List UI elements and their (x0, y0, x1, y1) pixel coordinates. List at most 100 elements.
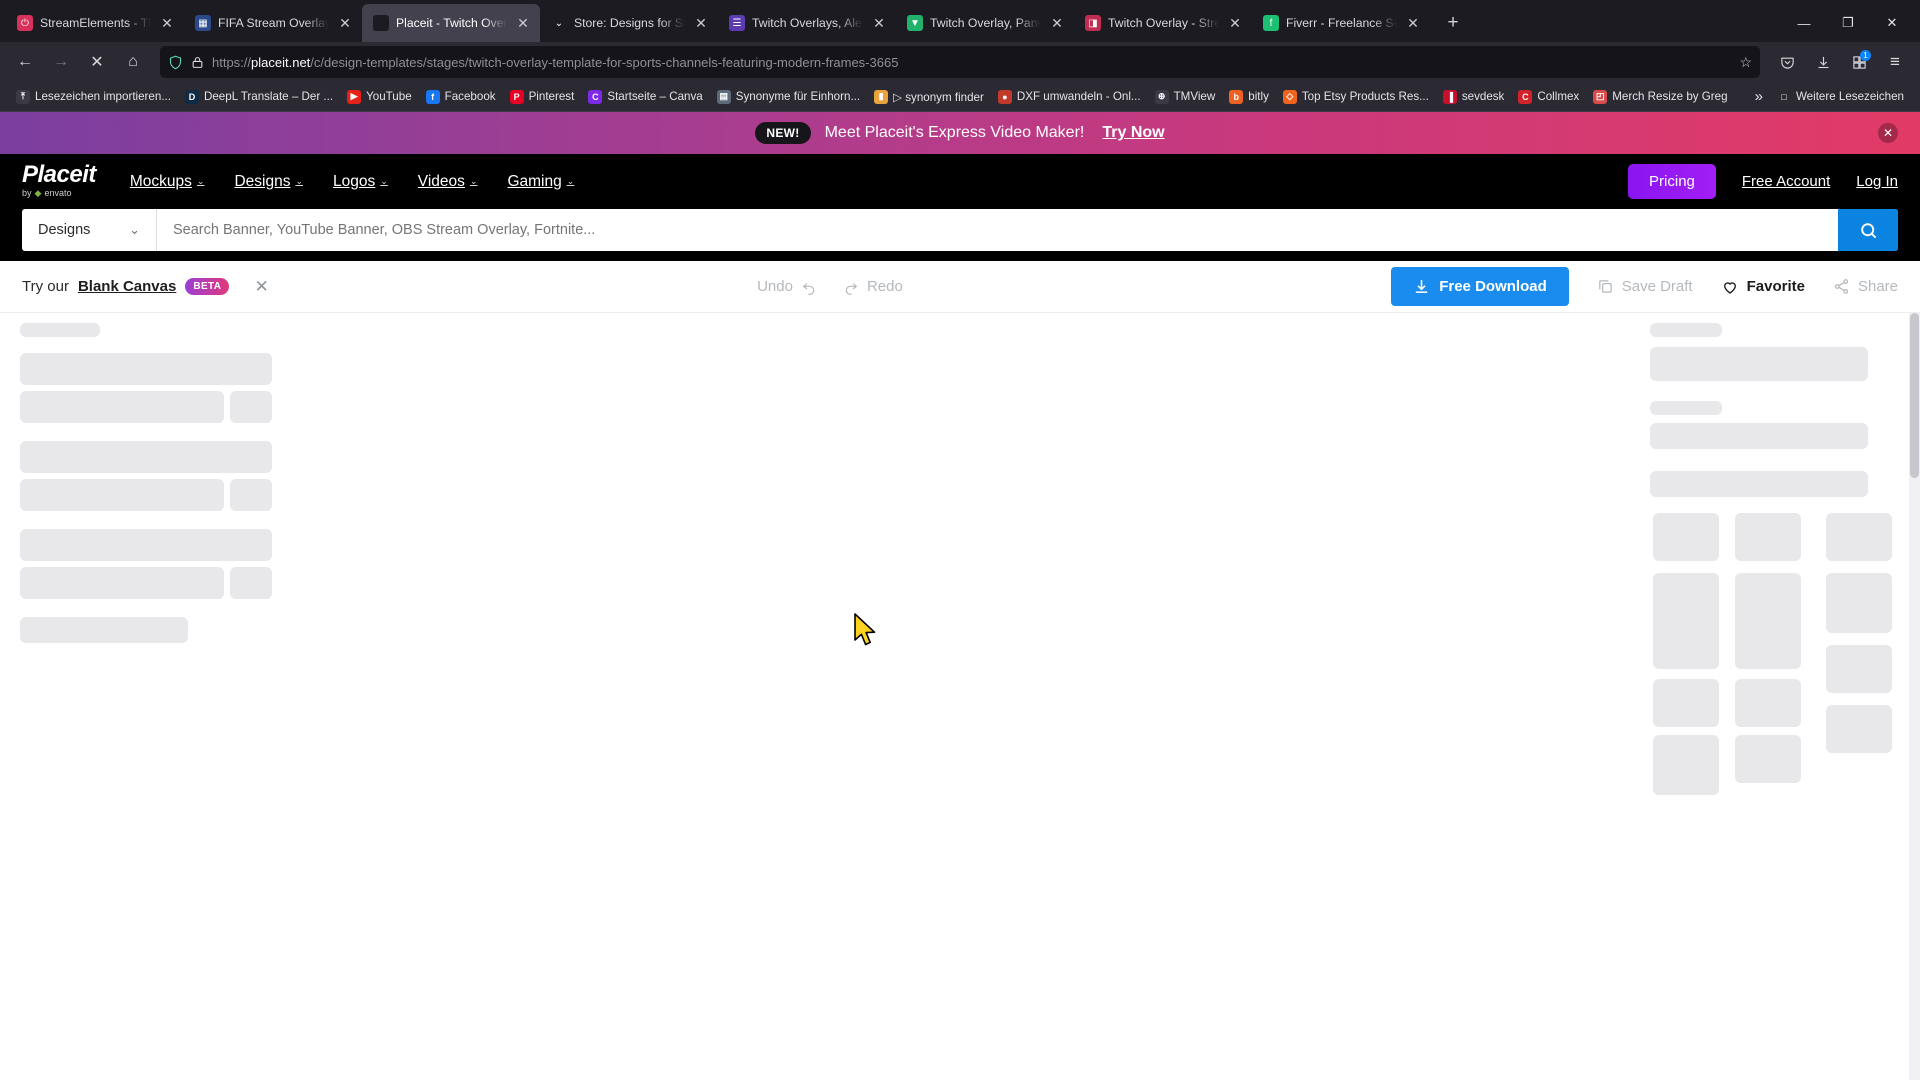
bookmark-item[interactable]: P Pinterest (504, 87, 581, 107)
bookmarks-bar: ⤒ Lesezeichen importieren... D DeepL Transl… (0, 82, 1920, 112)
stop-button[interactable]: ✕ (80, 46, 114, 78)
bookmark-label: bitly (1248, 90, 1269, 103)
bookmark-label: Merch Resize by Greg (1612, 90, 1728, 103)
bookmark-item[interactable]: ▶ YouTube (341, 87, 418, 107)
forward-button[interactable]: → (44, 46, 78, 78)
shield-icon[interactable] (168, 55, 183, 70)
close-window-button[interactable]: ✕ (1870, 4, 1914, 42)
browser-tab[interactable]: ▦ FIFA Stream Overlay for free, C ✕ (184, 4, 362, 42)
browser-tab[interactable]: Placeit - Twitch Overlay Temp ✕ (362, 4, 540, 42)
bookmark-item[interactable]: ⊕ TMView (1149, 87, 1222, 107)
logo-envato-text: envato (44, 187, 72, 198)
page-scrollbar[interactable] (1909, 313, 1920, 1080)
home-button[interactable]: ⌂ (116, 46, 150, 78)
pricing-button[interactable]: Pricing (1628, 164, 1716, 199)
skeleton-block (1735, 679, 1801, 727)
site-nav-item-designs[interactable]: Designs ⌄ (234, 173, 303, 191)
tab-close-button[interactable]: ✕ (336, 14, 354, 32)
bookmark-label: sevdesk (1461, 90, 1505, 103)
url-text[interactable]: https://placeit.net/c/design-templates/s… (212, 55, 898, 70)
bookmark-item[interactable]: ▤ Synonyme für Einhorn... (711, 87, 866, 107)
bookmarks-overflow-button[interactable]: » (1749, 85, 1769, 108)
browser-tab[interactable]: ⌄ Store: Designs for Streamers a ✕ (540, 4, 718, 42)
bookmark-star-icon[interactable]: ☆ (1739, 54, 1752, 71)
undo-label: Undo (757, 278, 793, 295)
blank-canvas-link[interactable]: Blank Canvas (78, 278, 176, 295)
bookmark-item[interactable]: ▐ sevdesk (1437, 87, 1511, 107)
bookmark-item[interactable]: ◰ Merch Resize by Greg (1587, 87, 1733, 107)
downloads-icon[interactable] (1806, 46, 1840, 78)
favorite-button[interactable]: Favorite (1721, 278, 1805, 296)
bookmark-label: ▷ synonym finder (893, 90, 984, 104)
undo-button[interactable]: Undo (757, 278, 817, 295)
tab-close-button[interactable]: ✕ (870, 14, 888, 32)
site-nav-item-videos[interactable]: Videos ⌄ (418, 173, 478, 191)
lock-icon[interactable] (191, 56, 204, 69)
site-nav-item-mockups[interactable]: Mockups ⌄ (130, 173, 205, 191)
browser-tab[interactable]: ☰ Twitch Overlays, Alerts and Gr ✕ (718, 4, 896, 42)
app-menu-button[interactable]: ≡ (1878, 46, 1912, 78)
fifa-icon: ▦ (195, 15, 211, 31)
pocket-icon[interactable] (1770, 46, 1804, 78)
skeleton-block (1650, 471, 1868, 497)
bookmark-item[interactable]: ◇ Top Etsy Products Res... (1277, 87, 1435, 107)
bookmark-item[interactable]: C Startseite – Canva (582, 87, 708, 107)
twitch-stream-icon: ◨ (1085, 15, 1101, 31)
browser-tab[interactable]: ▼ Twitch Overlay, Panels and Yo ✕ (896, 4, 1074, 42)
browser-tab[interactable]: f Fiverr - Freelance Services Ma ✕ (1252, 4, 1430, 42)
minimize-button[interactable]: — (1782, 4, 1826, 42)
maximize-button[interactable]: ❐ (1826, 4, 1870, 42)
free-account-link[interactable]: Free Account (1742, 173, 1830, 190)
bookmark-label: Pinterest (528, 90, 575, 103)
bookmark-item[interactable]: b bitly (1223, 87, 1275, 107)
bookmark-item[interactable]: C Collmex (1512, 87, 1585, 107)
fiverr-icon: f (1263, 15, 1279, 31)
scrollbar-thumb[interactable] (1910, 313, 1919, 478)
free-download-button[interactable]: Free Download (1391, 267, 1569, 306)
skeleton-block (1826, 705, 1892, 753)
site-nav-item-gaming[interactable]: Gaming ⌄ (507, 173, 574, 191)
bookmark-label: Collmex (1537, 90, 1580, 103)
placeit-logo[interactable]: Placeit by ◆ envato (22, 162, 96, 201)
tab-close-button[interactable]: ✕ (692, 14, 710, 32)
share-button[interactable]: Share (1833, 278, 1898, 295)
youtube-icon: ▶ (347, 89, 362, 104)
other-bookmarks-folder[interactable]: □ Weitere Lesezeichen (1771, 87, 1910, 107)
browser-tab[interactable]: ⏻ StreamElements - Themes gallery ✕ (6, 4, 184, 42)
new-tab-button[interactable]: + (1436, 6, 1470, 40)
skeleton-block (20, 353, 272, 385)
tab-close-button[interactable]: ✕ (158, 14, 176, 32)
search-category-select[interactable]: Designs ⌄ (22, 209, 157, 251)
promo-try-now-link[interactable]: Try Now (1102, 124, 1164, 142)
bookmark-item[interactable]: f Facebook (420, 87, 502, 107)
skeleton-block (20, 567, 224, 599)
bookmark-item[interactable]: ⤒ Lesezeichen importieren... (10, 87, 177, 107)
chevron-down-icon: ⌄ (566, 176, 575, 186)
browser-tab[interactable]: ◨ Twitch Overlay - Stream Overl ✕ (1074, 4, 1252, 42)
search-input[interactable] (157, 222, 1838, 238)
save-draft-button[interactable]: Save Draft (1597, 278, 1693, 295)
bookmark-item[interactable]: ▮ ▷ synonym finder (868, 87, 990, 107)
other-bookmarks-label: Weitere Lesezeichen (1795, 90, 1904, 103)
tab-close-button[interactable]: ✕ (1226, 14, 1244, 32)
synonyme-icon: ▤ (716, 89, 731, 104)
blank-canvas-close-button[interactable]: ✕ (254, 277, 268, 297)
tab-close-button[interactable]: ✕ (1048, 14, 1066, 32)
tab-close-button[interactable]: ✕ (1404, 14, 1422, 32)
search-submit-button[interactable] (1838, 209, 1898, 251)
log-in-link[interactable]: Log In (1856, 173, 1898, 190)
canva-icon: C (588, 89, 603, 104)
redo-button[interactable]: Redo (843, 278, 903, 295)
collmex-icon: C (1518, 89, 1533, 104)
extensions-icon[interactable]: 1 (1842, 46, 1876, 78)
bookmark-item[interactable]: D DeepL Translate – Der ... (179, 87, 339, 107)
tab-close-button[interactable]: ✕ (514, 14, 532, 32)
bookmark-item[interactable]: ● DXF umwandeln - Onl... (992, 87, 1147, 107)
back-button[interactable]: ← (8, 46, 42, 78)
address-bar[interactable]: https://placeit.net/c/design-templates/s… (160, 46, 1760, 78)
heart-icon (1723, 281, 1736, 294)
site-nav-item-logos[interactable]: Logos ⌄ (333, 173, 388, 191)
import-bookmarks-icon: ⤒ (16, 89, 30, 104)
promo-close-button[interactable]: ✕ (1878, 123, 1898, 143)
page-viewport: NEW! Meet Placeit's Express Video Maker!… (0, 112, 1920, 1080)
